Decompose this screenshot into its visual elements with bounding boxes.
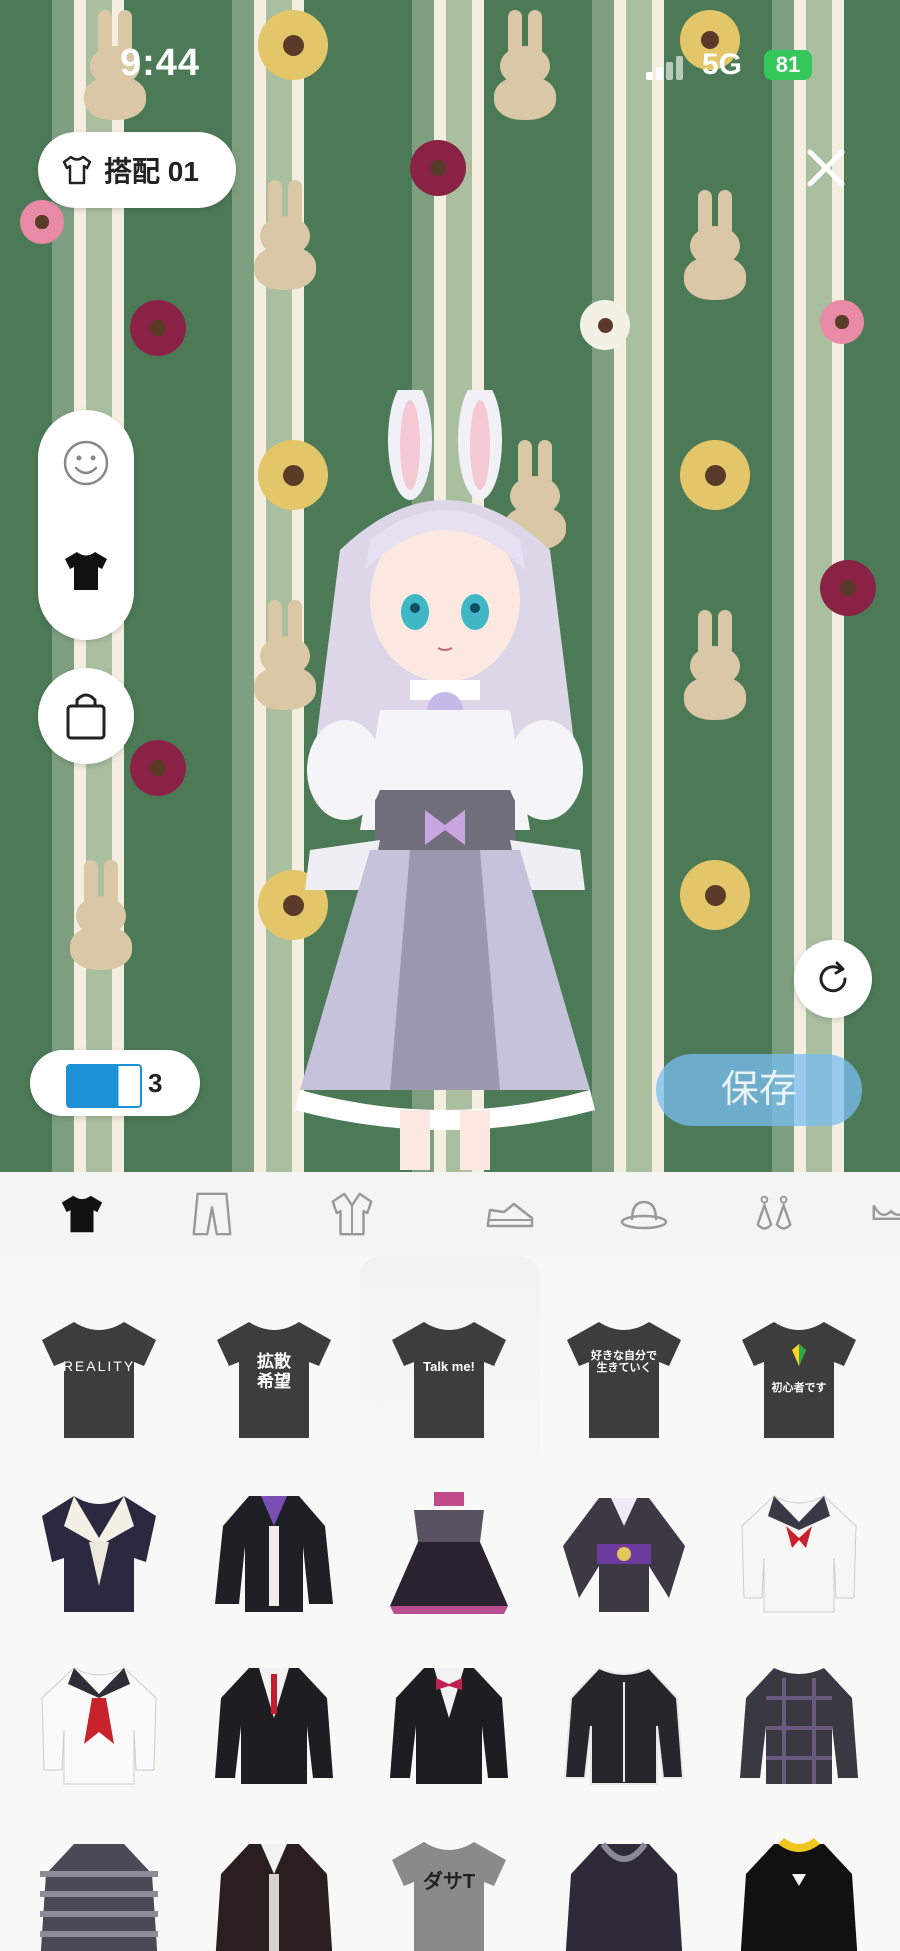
shirt-print-text: REALITY xyxy=(62,1358,136,1374)
clothing-item[interactable]: Talk me! xyxy=(374,1304,524,1454)
tshirt-thumbnail xyxy=(567,1322,681,1438)
clothing-items-grid: REALITY 拡散 希望 Talk me! 好きな自分で 生きていく 初心者で… xyxy=(0,1256,900,1951)
wallpaper-flower xyxy=(680,860,750,930)
tshirt-icon xyxy=(62,155,92,185)
outfit-label: 搭配 01 xyxy=(104,156,199,187)
rotate-avatar-button[interactable] xyxy=(794,940,872,1018)
clothing-item[interactable] xyxy=(199,1476,349,1626)
tshirt-thumbnail xyxy=(392,1322,506,1438)
clothing-item[interactable] xyxy=(374,1476,524,1626)
clothing-item[interactable] xyxy=(199,1648,349,1798)
status-time: 9:44 xyxy=(120,42,201,84)
coat-icon xyxy=(331,1192,373,1236)
bra-icon xyxy=(872,1204,900,1220)
clothing-item[interactable]: REALITY xyxy=(24,1304,174,1454)
plaid-shirt-thumbnail xyxy=(740,1668,858,1784)
tab-earrings[interactable] xyxy=(712,1172,832,1256)
clothing-item[interactable]: 拡散 希望 xyxy=(199,1304,349,1454)
clothing-item[interactable] xyxy=(549,1824,699,1951)
clothing-item[interactable] xyxy=(549,1648,699,1798)
shopping-bag-icon xyxy=(66,693,106,740)
tab-outerwear[interactable] xyxy=(290,1172,410,1256)
striped-cardigan-thumbnail xyxy=(40,1844,158,1951)
clothing-item[interactable] xyxy=(199,1824,349,1951)
wallpaper-flower xyxy=(820,560,876,616)
clothing-item[interactable] xyxy=(724,1824,874,1951)
tab-hats[interactable] xyxy=(580,1172,700,1256)
pajama-top-thumbnail xyxy=(563,1666,685,1785)
wallpaper-flower xyxy=(130,300,186,356)
clothing-item[interactable] xyxy=(724,1476,874,1626)
shoe-icon xyxy=(486,1202,534,1228)
close-icon[interactable] xyxy=(796,138,856,198)
clothing-item[interactable] xyxy=(724,1648,874,1798)
shirt-print-text: 初心者です xyxy=(771,1382,827,1394)
wallpaper-flower xyxy=(20,200,64,244)
wallpaper-flower xyxy=(680,440,750,510)
blazer-thumbnail xyxy=(215,1668,333,1784)
shirt-print-text: 拡散 希望 xyxy=(257,1352,291,1391)
sailor-top-thumbnail xyxy=(42,1496,156,1612)
tshirt-thumbnail xyxy=(742,1322,856,1438)
clothing-item[interactable] xyxy=(24,1824,174,1951)
kimono-thumbnail xyxy=(563,1498,685,1612)
save-button[interactable]: 保存 xyxy=(656,1054,862,1126)
tab-bottoms[interactable] xyxy=(150,1172,270,1256)
dress-thumbnail xyxy=(390,1492,508,1614)
leather-jacket-thumbnail xyxy=(215,1844,333,1951)
ticket-count: 3 xyxy=(148,1068,163,1098)
jacket-thumbnail xyxy=(215,1496,333,1612)
clothing-item[interactable] xyxy=(24,1476,174,1626)
tshirt-thumbnail xyxy=(42,1322,156,1438)
earrings-icon xyxy=(756,1195,792,1230)
avatar-stage: 9:44 5G 81 搭配 01 3 保存 xyxy=(0,0,900,1172)
clothing-item[interactable]: 好きな自分で 生きていく xyxy=(549,1304,699,1454)
hat-icon xyxy=(620,1200,668,1230)
wallpaper-bunny xyxy=(680,610,750,720)
category-tab-bar xyxy=(0,1172,900,1257)
clothing-item[interactable]: 初心者です xyxy=(724,1304,874,1454)
outfit-selector-button[interactable]: 搭配 01 xyxy=(38,132,236,208)
avatar-character[interactable] xyxy=(250,390,670,1170)
hoodie-thumbnail xyxy=(565,1842,683,1951)
wallpaper-flower xyxy=(130,740,186,796)
rotate-icon xyxy=(819,961,847,993)
network-type: 5G xyxy=(702,48,743,81)
blazer-ribbon-thumbnail xyxy=(390,1668,508,1784)
wallpaper-flower xyxy=(410,140,466,196)
shirt-print-text: 好きな自分で 生きていく xyxy=(591,1350,657,1374)
editor-mode-switch xyxy=(38,410,134,640)
ticket-counter[interactable]: 3 xyxy=(30,1050,200,1116)
clothing-item[interactable] xyxy=(549,1476,699,1626)
wallpaper-flower xyxy=(580,300,630,350)
wallpaper-bunny xyxy=(680,190,750,300)
smiley-face-icon[interactable] xyxy=(61,438,111,488)
clothing-item[interactable] xyxy=(24,1648,174,1798)
clothing-item[interactable]: ダサT xyxy=(374,1824,524,1951)
shirt-print-text: ダサT xyxy=(422,1871,476,1893)
sailor-shirt-thumbnail xyxy=(741,1495,857,1613)
tab-shoes[interactable] xyxy=(446,1172,566,1256)
shop-button[interactable] xyxy=(38,668,134,764)
ticket-icon xyxy=(66,1064,142,1108)
sailor-shirt-red-tie-thumbnail xyxy=(41,1667,157,1785)
battery-icon: 81 xyxy=(764,50,812,80)
wallpaper-bunny xyxy=(66,860,136,970)
pants-icon xyxy=(192,1192,232,1236)
shirt-print-text: Talk me! xyxy=(423,1359,475,1374)
tab-tops[interactable] xyxy=(20,1172,140,1256)
signal-icon xyxy=(646,56,686,80)
tab-underwear[interactable] xyxy=(830,1172,900,1256)
wallpaper-flower xyxy=(820,300,864,344)
status-bar: 9:44 5G 81 xyxy=(0,0,900,130)
wallpaper-bunny xyxy=(250,180,320,290)
clothing-item[interactable] xyxy=(374,1648,524,1798)
tshirt-icon xyxy=(61,1195,103,1233)
tshirt-icon[interactable] xyxy=(61,546,111,596)
sweater-thumbnail xyxy=(740,1838,858,1951)
